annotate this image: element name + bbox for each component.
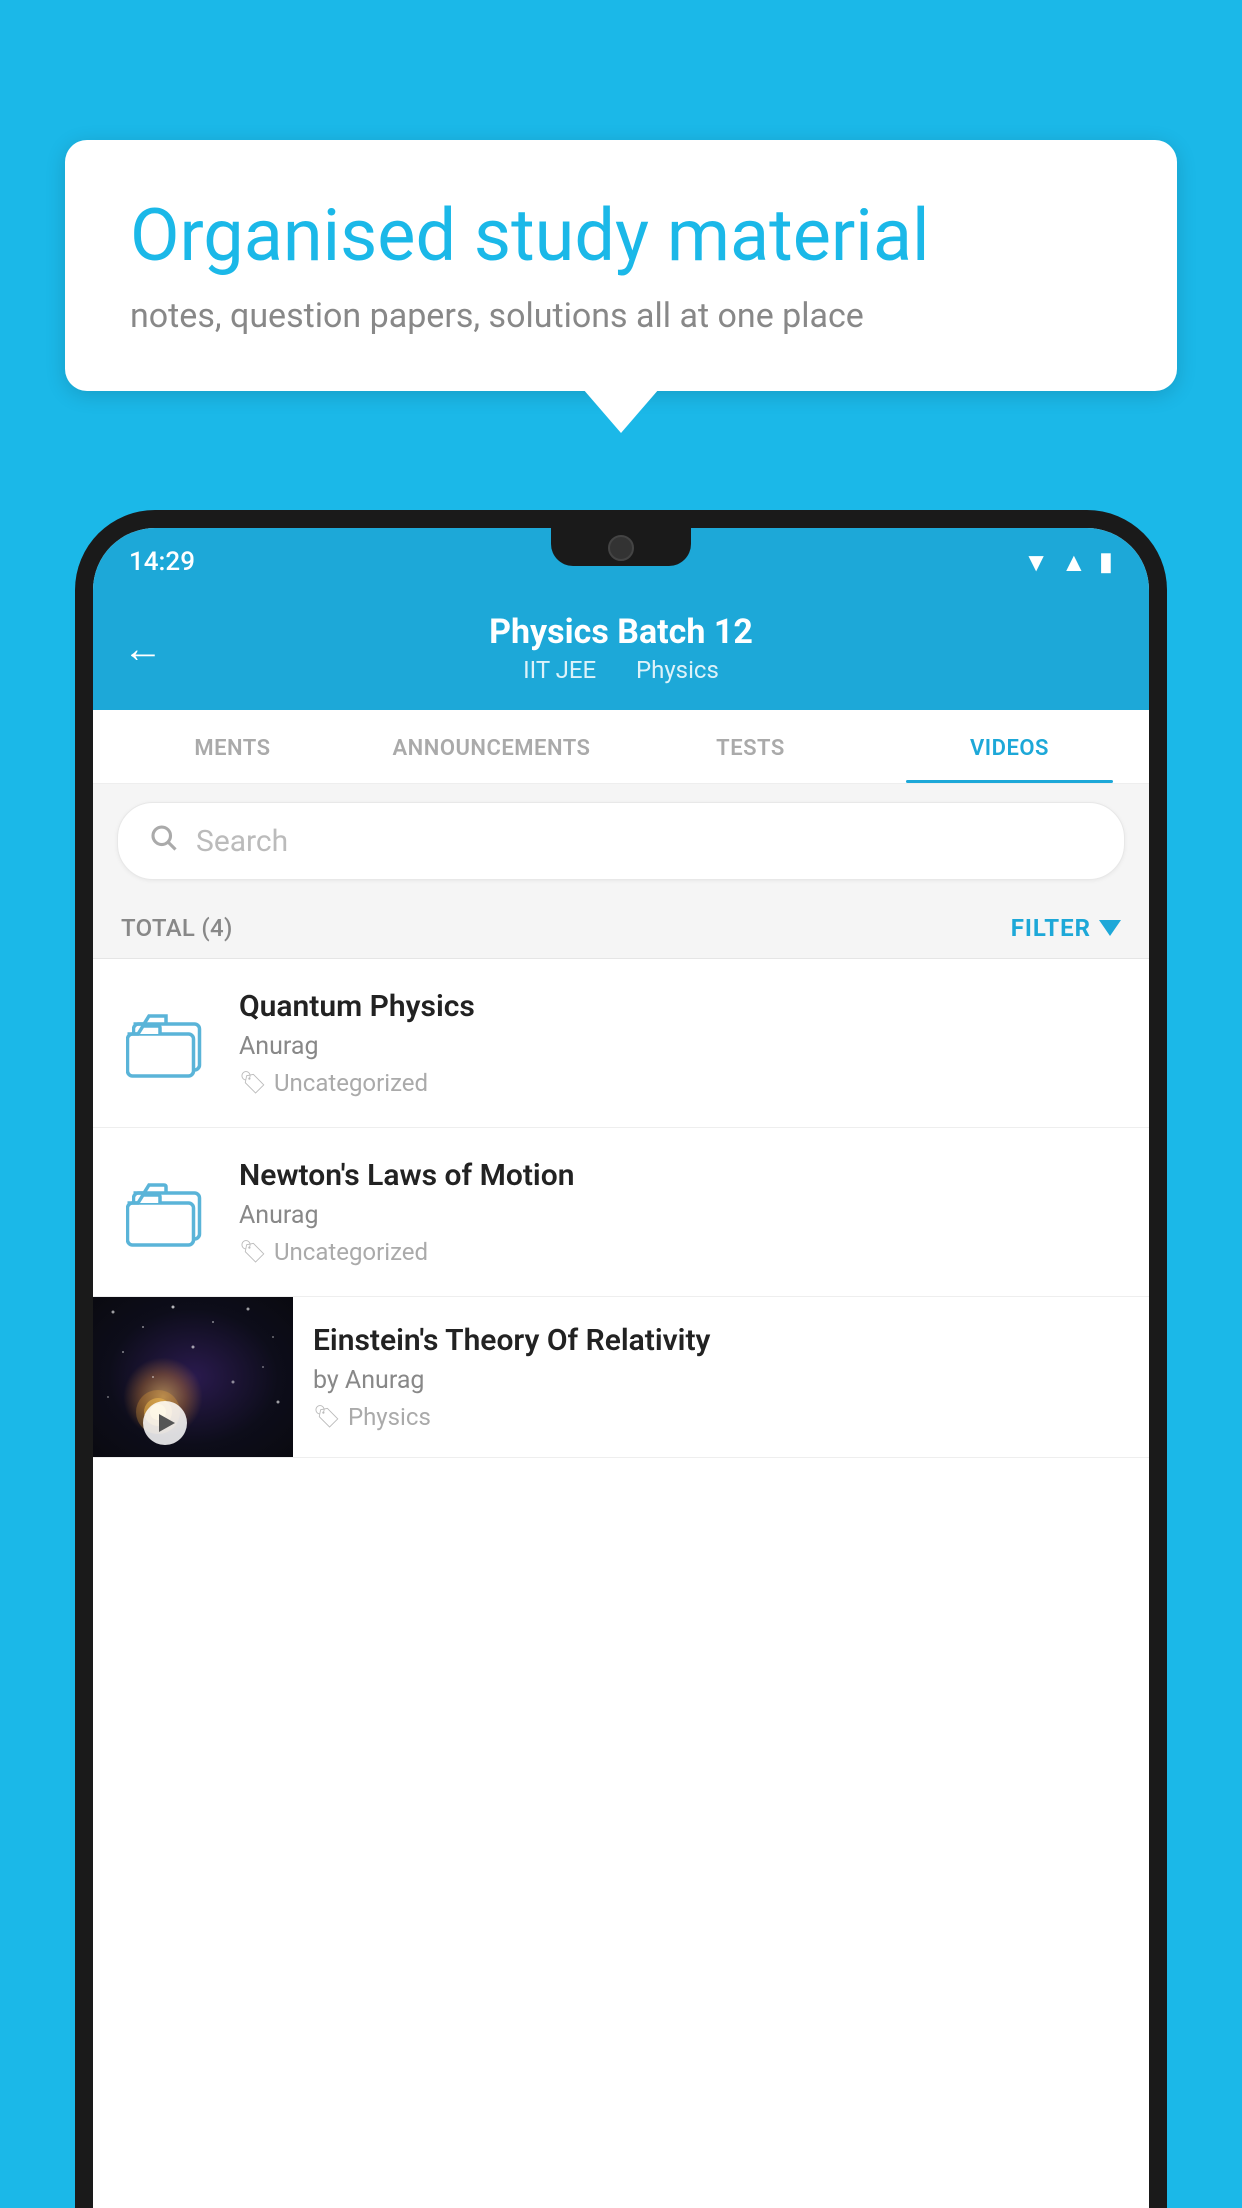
total-count: TOTAL (4) [121,914,233,942]
thumbnail-stars [93,1297,293,1457]
header-subtitle: IIT JEE Physics [489,656,753,684]
folder-icon [126,1008,206,1078]
list-item[interactable]: Einstein's Theory Of Relativity by Anura… [93,1297,1149,1458]
headline: Organised study material [130,195,1112,278]
tab-tests[interactable]: TESTS [621,710,880,783]
signal-icon: ▲ [1061,547,1087,578]
video-icon-area [121,1177,211,1247]
search-container: Search [93,784,1149,898]
tag-icon: 🏷 [239,1071,267,1096]
status-icons: ▼ ▲ ▮ [1023,547,1113,578]
battery-icon: ▮ [1099,547,1113,577]
video-thumbnail [93,1297,293,1457]
video-author: Anurag [239,1201,1121,1230]
video-tag: 🏷 Uncategorized [239,1069,1121,1097]
video-title: Newton's Laws of Motion [239,1158,1121,1193]
wifi-icon: ▼ [1023,547,1049,578]
search-icon [148,821,178,861]
speech-bubble: Organised study material notes, question… [65,140,1177,391]
list-item[interactable]: Quantum Physics Anurag 🏷 Uncategorized [93,959,1149,1128]
speech-bubble-container: Organised study material notes, question… [65,140,1177,391]
video-info: Newton's Laws of Motion Anurag 🏷 Uncateg… [239,1158,1121,1266]
video-author: Anurag [239,1032,1121,1061]
play-button[interactable] [143,1401,187,1445]
video-author: by Anurag [313,1366,1129,1395]
tag-label: Uncategorized [274,1069,428,1097]
header-title-block: Physics Batch 12 IIT JEE Physics [489,612,753,684]
app-header: ← Physics Batch 12 IIT JEE Physics [93,590,1149,710]
tabs-bar: MENTS ANNOUNCEMENTS TESTS VIDEOS [93,710,1149,784]
tag-label: Physics [348,1403,431,1431]
phone-notch [551,528,691,566]
status-time: 14:29 [129,547,195,577]
phone-camera [608,535,634,561]
video-title: Quantum Physics [239,989,1121,1024]
filter-button[interactable]: FILTER [1011,914,1121,942]
back-button[interactable]: ← [123,625,163,672]
tab-announcements[interactable]: ANNOUNCEMENTS [362,710,621,783]
tag-icon: 🏷 [239,1240,267,1265]
video-list: Quantum Physics Anurag 🏷 Uncategorized [93,959,1149,1458]
phone-screen: 14:29 ▼ ▲ ▮ ← Physics Batch 12 IIT JEE P… [93,528,1149,2208]
filter-bar: TOTAL (4) FILTER [93,898,1149,959]
list-item[interactable]: Newton's Laws of Motion Anurag 🏷 Uncateg… [93,1128,1149,1297]
video-icon-area [121,1008,211,1078]
search-placeholder: Search [196,824,288,859]
header-title: Physics Batch 12 [489,612,753,652]
video-info: Quantum Physics Anurag 🏷 Uncategorized [239,989,1121,1097]
tag-icon: 🏷 [313,1405,341,1430]
video-tag: 🏷 Uncategorized [239,1238,1121,1266]
tag-label: Uncategorized [274,1238,428,1266]
batch-tag-physics: Physics [636,656,719,684]
phone-outer: 14:29 ▼ ▲ ▮ ← Physics Batch 12 IIT JEE P… [75,510,1167,2208]
thumbnail-bg [93,1297,293,1457]
folder-icon [126,1177,206,1247]
filter-label: FILTER [1011,914,1091,942]
tab-ments[interactable]: MENTS [103,710,362,783]
search-bar[interactable]: Search [117,802,1125,880]
video-info: Einstein's Theory Of Relativity by Anura… [293,1299,1149,1455]
video-title: Einstein's Theory Of Relativity [313,1323,1129,1358]
play-triangle-icon [159,1414,175,1432]
tab-videos[interactable]: VIDEOS [880,710,1139,783]
filter-triangle-icon [1099,920,1121,936]
video-tag: 🏷 Physics [313,1403,1129,1431]
batch-tag-iit: IIT JEE [523,656,596,684]
phone-frame: 14:29 ▼ ▲ ▮ ← Physics Batch 12 IIT JEE P… [75,510,1167,2208]
subtext: notes, question papers, solutions all at… [130,296,1112,336]
